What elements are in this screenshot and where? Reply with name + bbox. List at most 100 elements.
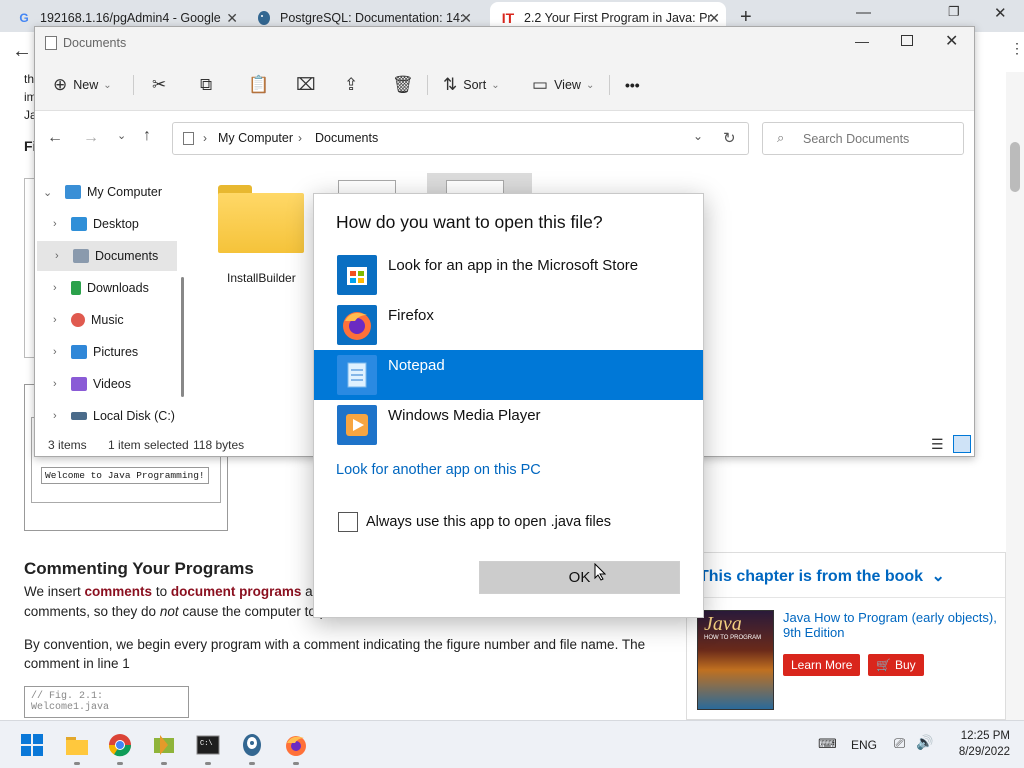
downloads-icon [71, 281, 81, 295]
tree-label: My Computer [87, 185, 163, 199]
chevron-down-icon: ⌄ [43, 186, 53, 199]
window-title: Documents [63, 36, 127, 50]
app-option-windows-media-player[interactable]: Windows Media Player [314, 400, 703, 450]
videos-icon [71, 377, 87, 391]
tree-label: Pictures [93, 345, 139, 359]
search-input[interactable]: Search Documents [803, 132, 909, 146]
search-box[interactable]: ⌕ Search Documents [762, 122, 964, 155]
back-arrow-icon[interactable]: ← [47, 129, 63, 147]
installbuilder-icon[interactable] [152, 733, 176, 757]
app-name: Windows Media Player [388, 407, 541, 424]
sort-label: Sort [463, 78, 487, 92]
tree-item-videos[interactable]: › Videos [35, 369, 175, 399]
tree-item-local-disk[interactable]: › Local Disk (C:) [35, 401, 175, 431]
windows-media-player-icon [337, 405, 377, 445]
glossary-term[interactable]: document programs [171, 584, 302, 599]
minimize-icon[interactable]: — [856, 4, 871, 21]
book-title-link[interactable]: Java How to Program (early objects), 9th… [783, 610, 1001, 640]
app-option-firefox[interactable]: Firefox [314, 300, 703, 350]
up-arrow-icon[interactable]: ↑ [143, 127, 151, 145]
forward-arrow-icon[interactable]: → [83, 129, 99, 147]
recent-locations-icon[interactable]: ⌄ [117, 129, 126, 142]
chevron-right-icon: › [53, 346, 57, 358]
close-icon[interactable]: ✕ [708, 10, 720, 27]
tree-item-my-computer[interactable]: ⌄ My Computer [35, 177, 175, 207]
tree-item-downloads[interactable]: › Downloads [35, 273, 175, 303]
learn-more-button[interactable]: Learn More [783, 654, 861, 676]
folder-icon[interactable] [218, 185, 304, 255]
back-arrow-icon[interactable]: ← [12, 40, 32, 63]
start-icon[interactable] [20, 733, 44, 757]
tree-label: Desktop [93, 217, 139, 231]
keyboard-icon[interactable]: ⌨ [818, 736, 837, 752]
firefox-icon[interactable] [284, 733, 308, 757]
sort-icon: ⇅ [443, 75, 458, 94]
close-window-icon[interactable]: ✕ [994, 4, 1007, 22]
paragraph: By convention, we begin every program wi… [24, 637, 646, 671]
app-name: Firefox [388, 307, 434, 324]
chevron-down-icon[interactable]: ⌄ [693, 129, 703, 143]
scrollbar-thumb[interactable] [1010, 142, 1020, 192]
rename-icon[interactable]: ⌧ [296, 71, 316, 99]
book-cover[interactable]: Java HOW TO PROGRAM [697, 610, 774, 710]
paste-icon[interactable]: 📋 [248, 71, 269, 99]
paragraph: We insert comments to document programs … [24, 584, 328, 599]
taskbar: C:\ ⌨ ENG ⎚ 🔊 12:25 PM 8/29/2022 [0, 720, 1024, 768]
tree-item-music[interactable]: › Music [35, 305, 175, 335]
copy-icon[interactable]: ⧉ [200, 71, 212, 99]
network-icon[interactable]: ⎚ [894, 735, 905, 752]
large-icons-view-icon[interactable] [953, 435, 971, 453]
pane-scrollbar[interactable] [181, 277, 184, 397]
close-icon[interactable]: ✕ [945, 31, 958, 51]
tree-item-documents[interactable]: › Documents [37, 241, 177, 271]
clock-time[interactable]: 12:25 PM [952, 730, 1010, 742]
ok-button[interactable]: OK [479, 561, 680, 594]
chrome-icon[interactable] [108, 733, 132, 757]
look-for-another-app-link[interactable]: Look for another app on this PC [336, 462, 541, 478]
more-options-button[interactable]: ••• [625, 71, 640, 99]
restore-icon[interactable]: ❐ [948, 4, 960, 20]
volume-icon[interactable]: 🔊 [916, 734, 933, 751]
close-icon[interactable]: ✕ [460, 10, 472, 27]
page-scrollbar[interactable] [1006, 72, 1024, 720]
svg-text:C:\: C:\ [200, 740, 213, 748]
folder-label[interactable]: InstallBuilder [227, 271, 296, 285]
cut-icon[interactable]: ✂ [152, 71, 166, 99]
breadcrumb-item[interactable]: Documents [315, 131, 378, 145]
sort-button[interactable]: ⇅ Sort ⌄ [443, 71, 500, 99]
view-button[interactable]: ▭ View ⌄ [532, 71, 594, 99]
close-icon[interactable]: ✕ [226, 10, 238, 27]
microsoft-store-icon [337, 255, 377, 295]
share-icon[interactable]: ⇪ [344, 71, 358, 99]
tree-label: Downloads [87, 281, 149, 295]
breadcrumb-item[interactable]: My Computer [218, 131, 293, 145]
refresh-icon[interactable]: ↻ [723, 129, 736, 147]
book-panel-header[interactable]: This chapter is from the book ⌄ [699, 566, 945, 586]
book-cover-subtitle: HOW TO PROGRAM [704, 635, 762, 641]
app-option-microsoft-store[interactable]: Look for an app in the Microsoft Store [314, 250, 703, 300]
tree-item-pictures[interactable]: › Pictures [35, 337, 175, 367]
maximize-icon[interactable] [901, 35, 913, 46]
clock-date[interactable]: 8/29/2022 [946, 746, 1010, 758]
details-view-icon[interactable]: ☰ [931, 436, 944, 453]
buy-button[interactable]: 🛒 Buy [868, 654, 924, 676]
new-button[interactable]: ⊕ New ⌄ [53, 71, 112, 99]
delete-icon[interactable]: 🗑 [392, 71, 414, 99]
tree-item-desktop[interactable]: › Desktop [35, 209, 175, 239]
console-output: Welcome to Java Programming! [41, 467, 209, 484]
menu-icon[interactable]: ⋮ [1010, 40, 1024, 57]
app-option-notepad[interactable]: Notepad [314, 350, 703, 400]
address-bar[interactable]: › My Computer › Documents ⌄ ↻ [172, 122, 749, 155]
running-indicator [161, 762, 167, 765]
terminal-icon[interactable]: C:\ [196, 733, 220, 757]
minimize-icon[interactable]: — [855, 33, 869, 49]
pgadmin-icon[interactable] [240, 733, 264, 757]
app-name: Look for an app in the Microsoft Store [388, 257, 639, 274]
explorer-titlebar[interactable]: Documents — ✕ [35, 27, 974, 59]
language-indicator[interactable]: ENG [851, 738, 877, 752]
chevron-down-icon: ⌄ [585, 79, 595, 91]
chevron-right-icon: › [53, 410, 57, 422]
glossary-term[interactable]: comments [85, 584, 153, 599]
always-use-checkbox[interactable] [338, 512, 358, 532]
file-explorer-icon[interactable] [65, 733, 89, 757]
